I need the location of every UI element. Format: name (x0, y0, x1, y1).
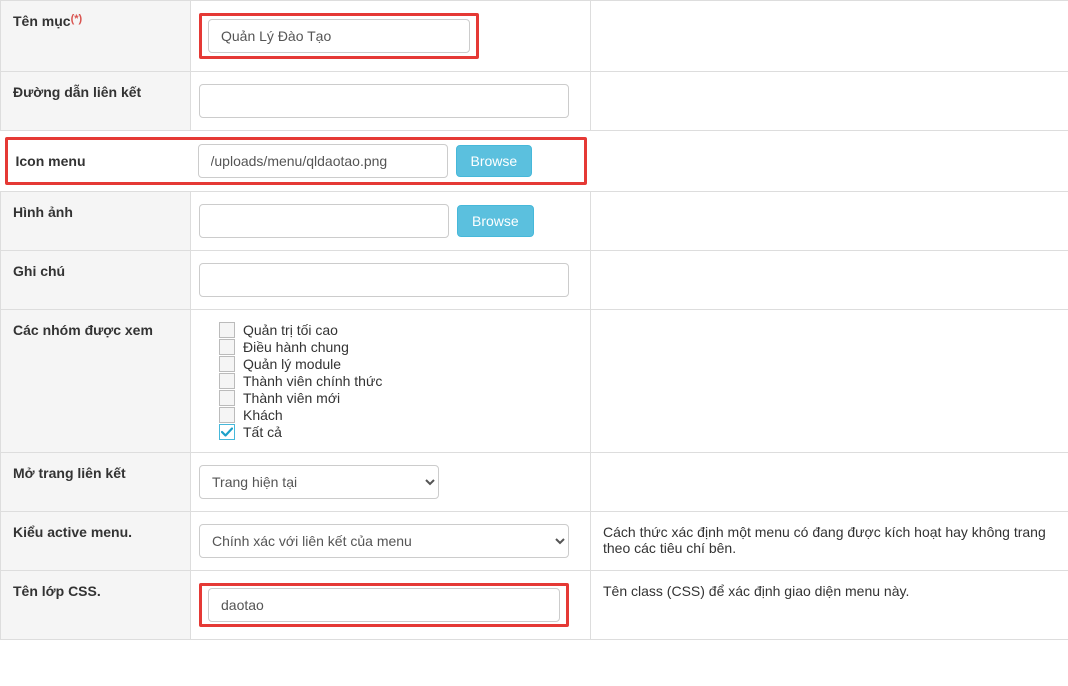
label-groups: Các nhóm được xem (1, 310, 191, 453)
menu-edit-form: Tên mục(*) Đường dẫn liên kết Icon menu … (0, 0, 1068, 640)
label-open-link: Mở trang liên kết (1, 453, 191, 512)
label-link-path: Đường dẫn liên kết (1, 72, 191, 131)
highlight-item-name (199, 13, 479, 59)
open-link-select[interactable]: Trang hiện tại (199, 465, 439, 499)
group-label: Quản lý module (243, 356, 341, 372)
group-item: Thành viên mới (219, 390, 582, 406)
group-checkbox[interactable] (219, 390, 235, 406)
group-checkbox[interactable] (219, 322, 235, 338)
icon-browse-button[interactable]: Browse (456, 145, 533, 177)
row-note: Ghi chú (1, 251, 1068, 310)
icon-menu-input[interactable] (198, 144, 448, 178)
row-image: Hình ảnh Browse (1, 192, 1068, 251)
group-item: Khách (219, 407, 582, 423)
group-checkbox[interactable] (219, 339, 235, 355)
group-item: Thành viên chính thức (219, 373, 582, 389)
link-path-input[interactable] (199, 84, 569, 118)
group-item: Tất cả (219, 424, 582, 440)
group-label: Khách (243, 407, 283, 423)
group-item: Quản trị tối cao (219, 322, 582, 338)
help-active-menu: Cách thức xác định một menu có đang được… (591, 512, 1068, 571)
row-link-path: Đường dẫn liên kết (1, 72, 1068, 131)
group-checkbox[interactable] (219, 424, 235, 440)
group-label: Quản trị tối cao (243, 322, 338, 338)
group-label: Điều hành chung (243, 339, 349, 355)
active-menu-select[interactable]: Chính xác với liên kết của menu (199, 524, 569, 558)
label-item-name: Tên mục(*) (1, 1, 191, 72)
help-css-class: Tên class (CSS) để xác định giao diện me… (591, 571, 1068, 640)
group-checkbox[interactable] (219, 407, 235, 423)
row-css-class: Tên lớp CSS. Tên class (CSS) để xác định… (1, 571, 1068, 640)
groups-list: Quản trị tối caoĐiều hành chungQuản lý m… (199, 322, 582, 440)
label-active-menu: Kiểu active menu. (1, 512, 191, 571)
row-groups: Các nhóm được xem Quản trị tối caoĐiều h… (1, 310, 1068, 453)
group-checkbox[interactable] (219, 356, 235, 372)
group-item: Quản lý module (219, 356, 582, 372)
item-name-input[interactable] (208, 19, 470, 53)
highlight-css-class (199, 583, 569, 627)
row-item-name: Tên mục(*) (1, 1, 1068, 72)
row-open-link: Mở trang liên kết Trang hiện tại (1, 453, 1068, 512)
css-class-input[interactable] (208, 588, 560, 622)
label-item-name-text: Tên mục (13, 13, 71, 29)
group-label: Thành viên mới (243, 390, 340, 406)
row-icon-menu: Icon menu Browse (1, 131, 1068, 192)
note-input[interactable] (199, 263, 569, 297)
row-active-menu: Kiểu active menu. Chính xác với liên kết… (1, 512, 1068, 571)
group-label: Thành viên chính thức (243, 373, 382, 389)
group-label: Tất cả (243, 424, 282, 440)
label-note: Ghi chú (1, 251, 191, 310)
image-input[interactable] (199, 204, 449, 238)
label-icon-menu: Icon menu (12, 153, 190, 169)
label-css-class: Tên lớp CSS. (1, 571, 191, 640)
group-checkbox[interactable] (219, 373, 235, 389)
required-mark: (*) (71, 13, 83, 25)
image-browse-button[interactable]: Browse (457, 205, 534, 237)
label-image: Hình ảnh (1, 192, 191, 251)
group-item: Điều hành chung (219, 339, 582, 355)
